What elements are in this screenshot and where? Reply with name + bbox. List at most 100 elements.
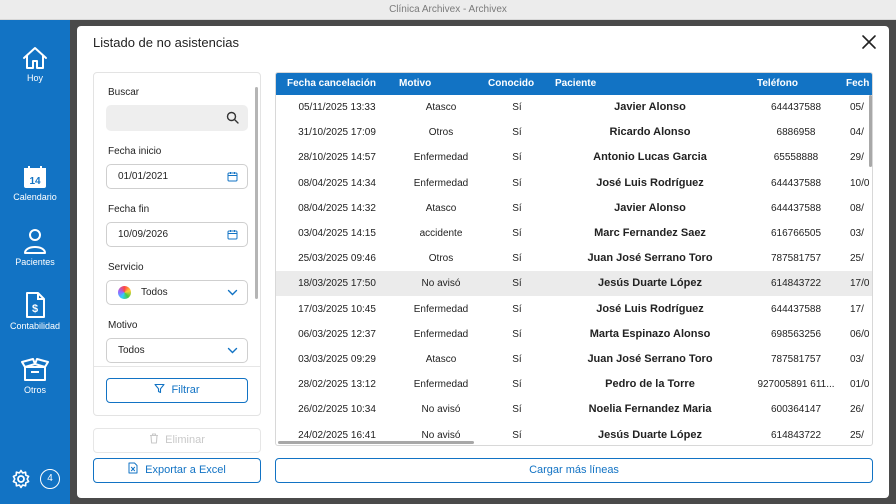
table-cell: Juan José Serrano Toro [587,353,713,365]
table-vertical-scrollbar[interactable] [869,95,872,167]
table-row[interactable]: 06/03/2025 12:37 Enfermedad Sí Marta Espina… [276,322,872,347]
sidebar: Hoy 14 Calendario Pacientes $ Contabilid… [0,20,70,504]
svg-text:$: $ [32,303,38,315]
table-cell: 01/0 [850,379,870,391]
table-cell: José Luis Rodríguez [596,176,704,189]
delete-button[interactable]: Eliminar [93,428,261,453]
end-date-field[interactable]: 10/09/2026 [106,222,248,247]
table-cell: 10/0 [850,177,870,189]
no-show-table: Fecha cancelación Motivo Conocido Pacien… [275,72,873,446]
chevron-down-icon [227,347,238,354]
table-cell: Atasco [425,102,457,113]
column-header[interactable]: Fecha cancelación [287,73,376,95]
dialog-title: Listado de no asistencias [93,35,239,50]
table-cell: No avisó [421,404,461,416]
table-row[interactable]: 08/04/2025 14:32 Atasco Sí Javier Alonso 644… [276,196,872,221]
table-cell: 28/02/2025 13:12 [298,379,376,391]
table-cell: 787581757 [770,253,822,265]
sidebar-item-hoy[interactable]: Hoy [0,46,70,83]
filter-panel: Buscar Fecha inicio 01/01/2021 Fecha fin… [93,72,261,416]
column-header[interactable]: Fech [846,73,869,95]
service-label: Servicio [108,262,144,273]
table-row[interactable]: 03/04/2025 14:15 accidente Sí Marc Fernande… [276,221,872,246]
table-cell: 05/11/2025 13:33 [298,102,376,113]
table-cell: Sí [512,429,522,441]
table-cell: 08/ [850,202,864,214]
table-cell: 08/04/2025 14:32 [298,202,376,214]
start-date-field[interactable]: 01/01/2021 [106,164,248,189]
column-header[interactable]: Motivo [399,73,431,95]
table-cell: 31/10/2025 17:09 [298,127,376,139]
excel-file-icon [128,462,138,474]
table-cell: Jesús Duarte López [598,277,702,290]
sidebar-item-calendario[interactable]: 14 Calendario [0,165,70,202]
table-cell: 6886958 [776,127,816,139]
table-horizontal-scrollbar[interactable] [278,441,474,444]
table-row[interactable]: 31/10/2025 17:09 Otros Sí Ricardo Alonso 688… [276,120,872,145]
table-cell: Marta Espinazo Alonso [589,327,711,340]
load-more-button[interactable]: Cargar más líneas [275,458,873,483]
table-row[interactable]: 03/03/2025 09:29 Atasco Sí Juan José Serran… [276,347,872,372]
table-cell: Noelia Fernandez Maria [588,403,712,416]
load-more-label: Cargar más líneas [529,464,619,476]
table-cell: 614843722 [770,429,822,441]
table-cell: Sí [512,127,522,139]
table-cell: Sí [512,152,522,164]
funnel-icon [154,383,165,394]
table-cell: 18/03/2025 17:50 [298,278,376,290]
table-cell: Javier Alonso [614,201,686,214]
table-cell: 03/03/2025 09:29 [298,354,376,365]
table-cell: Enfermedad [413,152,469,164]
service-value: Todos [141,287,168,298]
table-row[interactable]: 28/10/2025 14:57 Enfermedad Sí Antonio Luca… [276,145,872,170]
column-header[interactable]: Conocido [488,73,534,95]
notification-badge[interactable]: 4 [40,469,60,489]
table-cell: Ricardo Alonso [609,126,691,139]
table-cell: 65558888 [773,152,819,164]
table-row[interactable]: 08/04/2025 14:34 Enfermedad Sí José Luis Ro… [276,171,872,196]
reason-select[interactable]: Todos [106,338,248,363]
filter-divider [94,366,260,367]
close-icon[interactable] [861,34,877,50]
table-cell: 17/03/2025 10:45 [298,303,376,315]
sidebar-item-pacientes[interactable]: Pacientes [0,228,70,267]
table-cell: Atasco [425,202,457,214]
table-cell: 26/02/2025 10:34 [298,404,376,416]
table-row[interactable]: 18/03/2025 17:50 No avisó Sí Jesús Duarte L… [276,271,872,297]
table-cell: 698563256 [770,328,822,340]
filter-scrollbar[interactable] [255,87,258,299]
column-header[interactable]: Teléfono [757,73,798,95]
sidebar-item-contabilidad[interactable]: $ Contabilidad [0,292,70,331]
table-row[interactable]: 25/03/2025 09:46 Otros Sí Juan José Serrano… [276,246,872,271]
calendar-small-icon [227,230,238,240]
filter-button[interactable]: Filtrar [106,378,248,403]
end-date-label: Fecha fin [108,204,150,215]
reason-value: Todos [118,345,145,356]
service-select[interactable]: Todos [106,280,248,305]
table-row[interactable]: 28/02/2025 13:12 Enfermedad Sí Pedro de la … [276,372,872,397]
table-row[interactable]: 05/11/2025 13:33 Atasco Sí Javier Alonso 644… [276,95,872,120]
table-cell: Jesús Duarte López [598,428,702,441]
table-cell: Otros [428,253,454,265]
box-icon [21,358,49,381]
sidebar-item-otros[interactable]: Otros [0,356,70,395]
table-cell: 644437588 [770,177,822,189]
export-excel-button[interactable]: Exportar a Excel [93,458,261,483]
table-cell: 08/04/2025 14:34 [298,177,376,189]
table-cell: 03/04/2025 14:15 [298,228,376,239]
sidebar-item-label: Calendario [13,192,57,202]
reason-label: Motivo [108,320,138,331]
table-cell: 06/0 [850,328,870,340]
search-label: Buscar [108,87,140,98]
table-cell: Antonio Lucas Garcia [593,151,707,164]
table-row[interactable]: 17/03/2025 10:45 Enfermedad Sí José Luis Ro… [276,297,872,322]
person-icon [24,229,46,254]
column-header[interactable]: Paciente [555,73,596,95]
gear-icon[interactable] [11,469,31,489]
table-row[interactable]: 26/02/2025 10:34 No avisó Sí Noelia Fernand… [276,397,872,422]
table-cell: accidente [419,228,463,239]
search-input[interactable] [106,105,248,131]
table-header: Fecha cancelación Motivo Conocido Pacien… [276,73,872,95]
table-cell: 17/ [850,303,864,315]
table-cell: Sí [512,202,522,214]
